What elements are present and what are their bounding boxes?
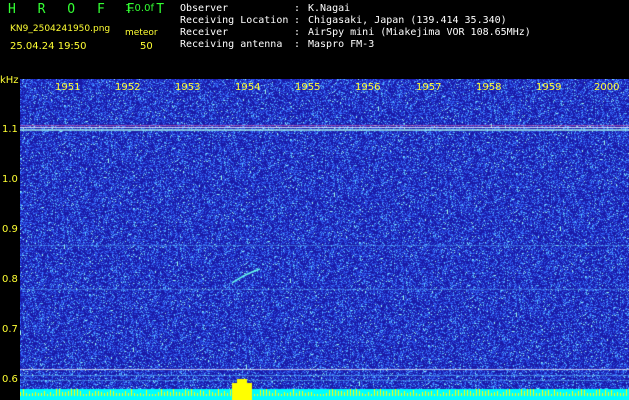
observer-value: K.Nagai <box>308 3 351 14</box>
x-tick: 1953 <box>175 82 201 93</box>
antenna-label: Receiving antenna <box>180 39 283 50</box>
location-value: Chigasaki, Japan (139.414 35.340) <box>308 15 507 26</box>
antenna-row: Receiving antenna: Maspro FM-3 <box>180 39 375 50</box>
spectrogram <box>20 79 629 400</box>
count: 50 <box>140 41 153 52</box>
x-tick: 1951 <box>55 82 81 93</box>
y-tick: 1.1 <box>2 124 18 135</box>
x-tick: 2000 <box>594 82 620 93</box>
antenna-value: Maspro FM-3 <box>308 39 375 50</box>
location-row: Receiving Location: Chigasaki, Japan (139… <box>180 15 507 26</box>
filename: KN9_2504241950.png <box>10 24 111 34</box>
x-tick: 1958 <box>476 82 502 93</box>
receiver-row: Receiver: AirSpy mini (Miakejima VOR 108.… <box>180 27 531 38</box>
x-tick: 1955 <box>295 82 321 93</box>
receiver-value: AirSpy mini (Miakejima VOR 108.65MHz) <box>308 27 531 38</box>
x-tick: 1959 <box>536 82 562 93</box>
receiver-label: Receiver <box>180 27 229 38</box>
y-tick: 0.7 <box>2 324 18 335</box>
y-axis-unit: kHz <box>0 75 19 86</box>
observer-row: Observer: K.Nagai <box>180 3 351 14</box>
x-tick: 1954 <box>235 82 261 93</box>
y-tick: 0.8 <box>2 274 18 285</box>
y-tick: 1.0 <box>2 174 18 185</box>
version: 1.0.0f <box>125 3 154 14</box>
y-tick: 0.9 <box>2 224 18 235</box>
datetime: 25.04.24 19:50 <box>10 41 87 52</box>
x-tick: 1952 <box>115 82 141 93</box>
x-tick: 1957 <box>416 82 442 93</box>
observer-label: Observer <box>180 3 229 14</box>
mode-label: meteor <box>125 28 158 38</box>
x-tick: 1956 <box>355 82 381 93</box>
location-label: Receiving Location <box>180 15 289 26</box>
y-tick: 0.6 <box>2 374 18 385</box>
